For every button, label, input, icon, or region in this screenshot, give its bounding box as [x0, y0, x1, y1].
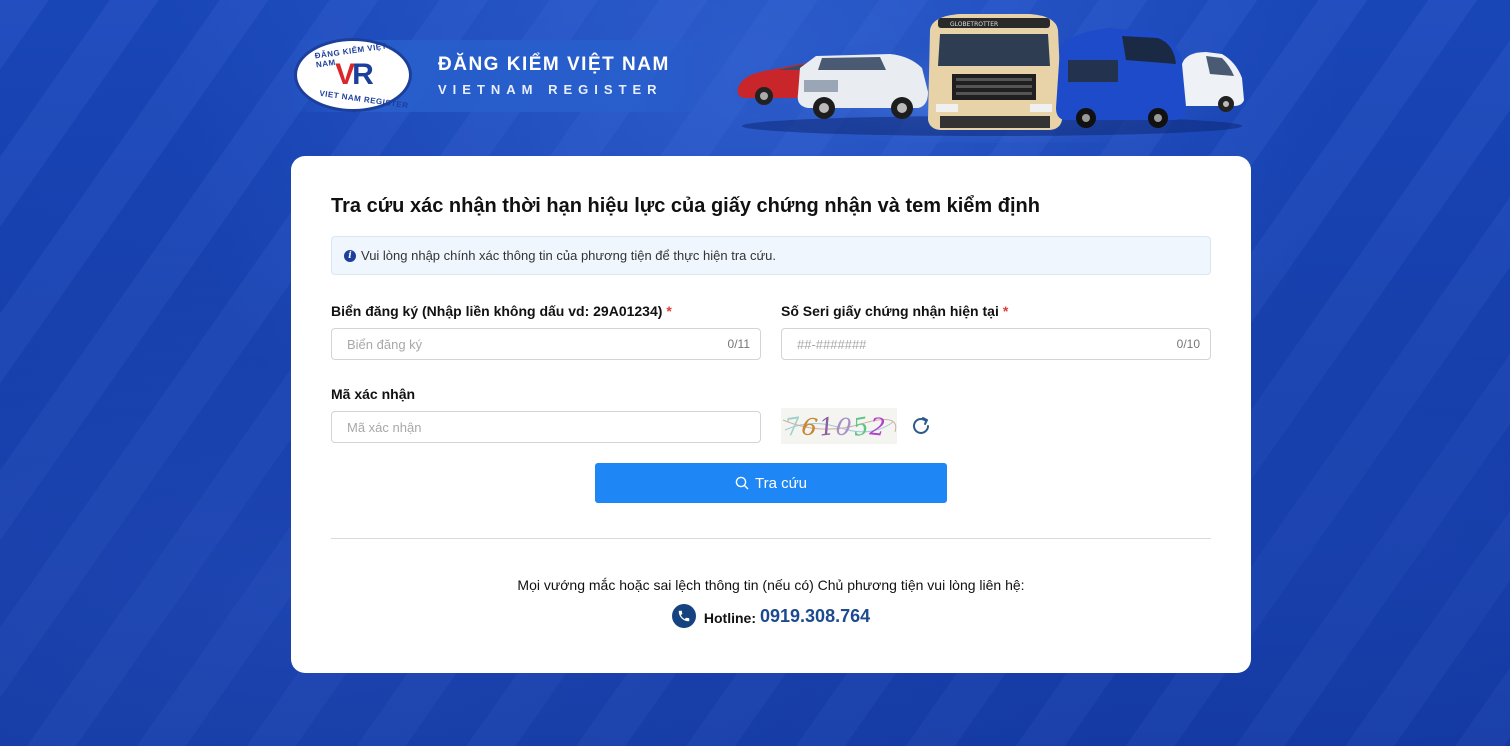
hotline-number[interactable]: 0919.308.764	[760, 606, 870, 627]
truck-icon: GLOBETROTTER	[928, 14, 1062, 130]
van-icon	[1182, 52, 1244, 112]
bus-icon	[1056, 28, 1186, 128]
header-banner: ĐĂNG KIỂM VIỆT NAM VR VIET NAM REGISTER …	[290, 8, 1254, 148]
truck-brand-text: GLOBETROTTER	[950, 21, 998, 28]
captcha-digit: 2	[867, 412, 886, 442]
search-icon	[735, 476, 749, 490]
captcha-image: 761052	[781, 408, 897, 444]
contact-text: Mọi vướng mắc hoặc sai lệch thông tin (n…	[517, 577, 1025, 593]
info-notice: i Vui lòng nhập chính xác thông tin của …	[331, 236, 1211, 275]
required-mark: *	[666, 303, 672, 319]
captcha-input-wrapper	[331, 411, 761, 443]
brand-subtitle: VIETNAM REGISTER	[438, 82, 663, 97]
brand-title: ĐĂNG KIỂM VIỆT NAM	[438, 54, 670, 75]
serial-counter: 0/10	[1176, 337, 1200, 351]
refresh-captcha-icon[interactable]	[909, 414, 933, 438]
serial-input[interactable]	[782, 336, 1177, 352]
required-mark: *	[1002, 303, 1009, 319]
page-title: Tra cứu xác nhận thời hạn hiệu lực của g…	[331, 195, 1040, 217]
divider	[331, 538, 1211, 539]
phone-icon	[671, 604, 696, 628]
vr-logo: ĐĂNG KIỂM VIỆT NAM VR VIET NAM REGISTER	[294, 38, 412, 112]
search-button-label: Tra cứu	[755, 474, 807, 492]
search-button[interactable]: Tra cứu	[595, 463, 947, 503]
captcha-label: Mã xác nhận	[331, 386, 416, 402]
captcha-input[interactable]	[332, 419, 760, 435]
hotline-label: Hotline:	[703, 610, 756, 626]
logo-ring-bottom: VIET NAM REGISTER	[318, 88, 410, 111]
captcha-digit: 1	[818, 412, 836, 441]
notice-text: Vui lòng nhập chính xác thông tin của ph…	[361, 248, 777, 263]
plate-label: Biển đăng ký (Nhập liền không dấu vd: 29…	[331, 303, 672, 319]
info-icon: i	[344, 249, 356, 262]
lookup-card: Tra cứu xác nhận thời hạn hiệu lực của g…	[291, 156, 1251, 673]
serial-label: Số Seri giấy chứng nhận hiện tại *	[781, 303, 1009, 319]
vehicles-illustration: GLOBETROTTER	[730, 14, 1254, 143]
serial-input-wrapper: 0/10	[781, 328, 1211, 360]
plate-input-wrapper: 0/11	[331, 328, 761, 360]
plate-input[interactable]	[332, 336, 728, 352]
hotline: Hotline: 0919.308.764	[291, 604, 1251, 628]
plate-counter: 0/11	[727, 337, 750, 351]
